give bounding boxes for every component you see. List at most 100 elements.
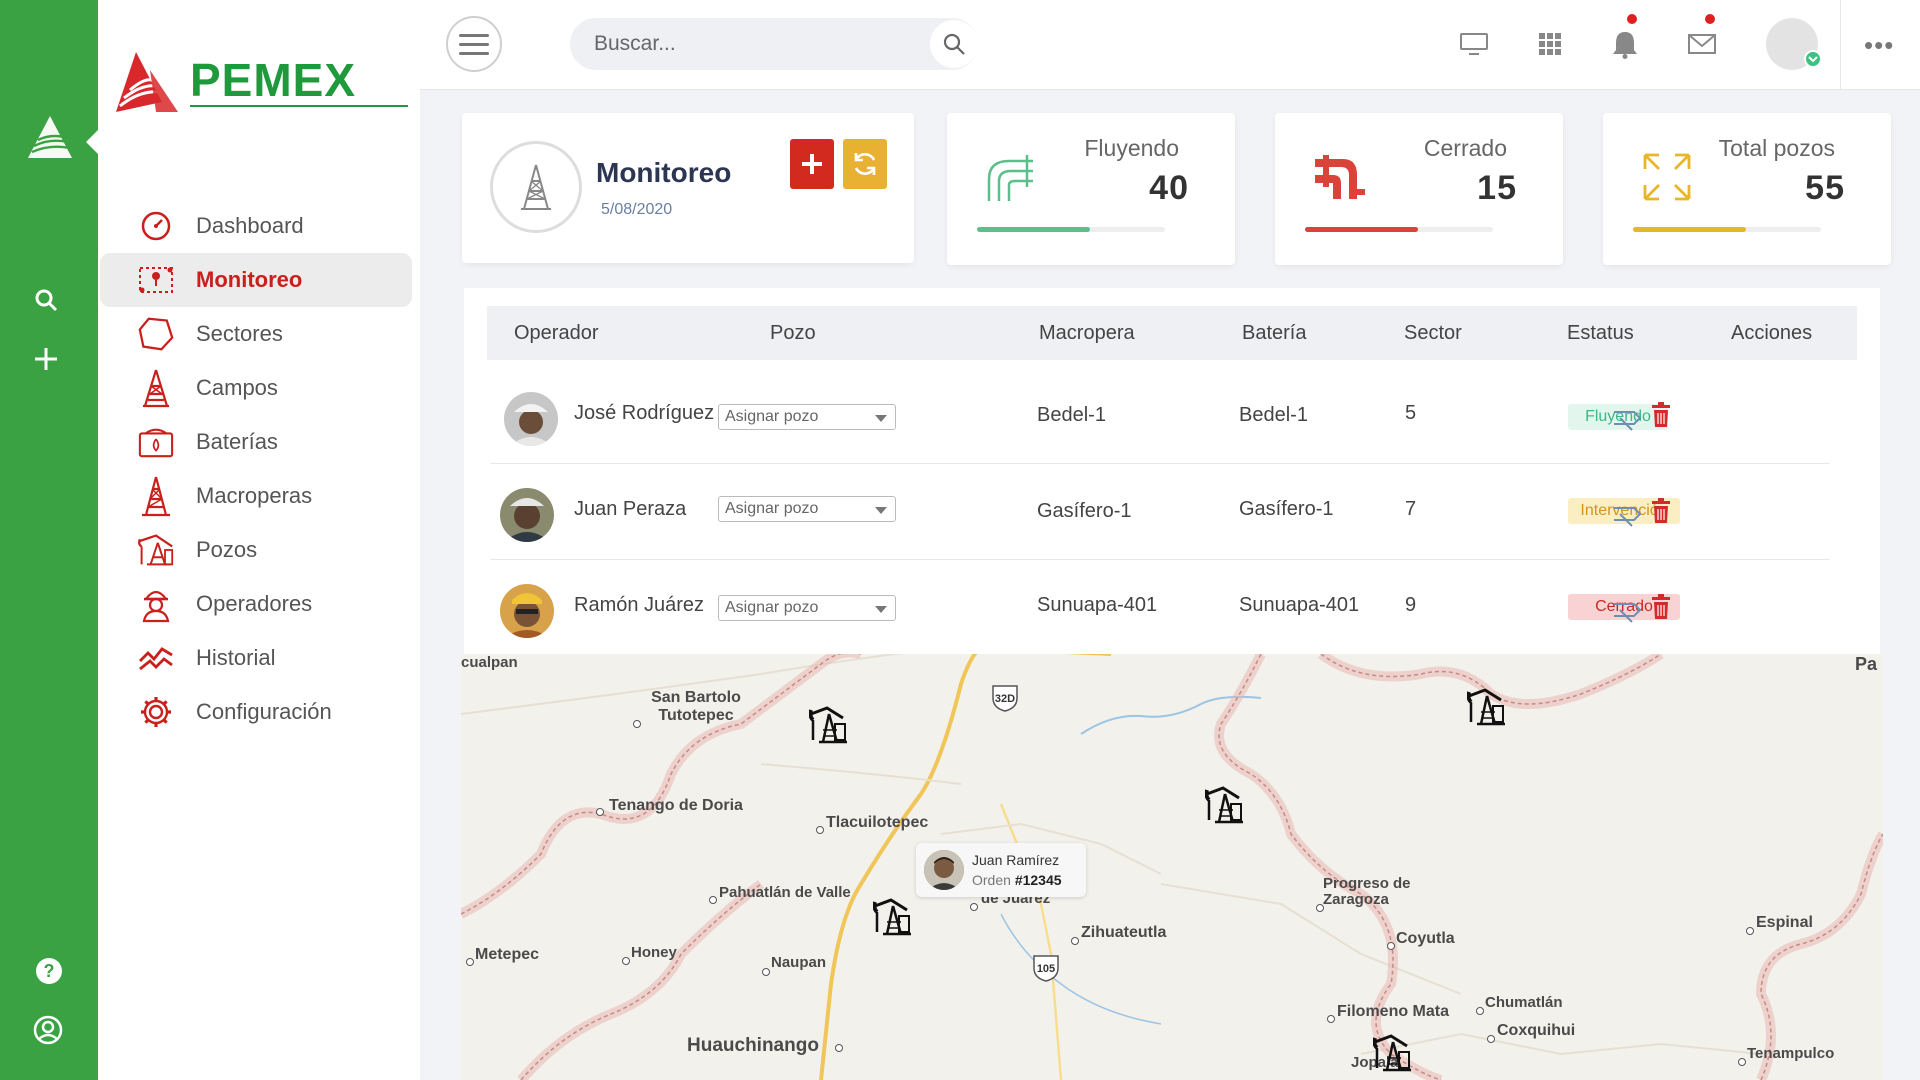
pozo-select-value: Asignar pozo [725,599,819,616]
pumpjack-marker-icon[interactable] [873,896,915,938]
place-marker [1746,927,1754,935]
sidebar-item-sectores[interactable]: Sectores [100,307,412,361]
pozo-select[interactable]: Asignar pozo [718,404,896,430]
column-header-pozo[interactable]: Pozo [770,322,816,345]
place-marker [1316,904,1324,912]
column-header-operador[interactable]: Operador [514,322,599,345]
pumpjack-marker-icon[interactable] [1205,784,1247,826]
mail-icon[interactable] [1684,26,1720,62]
place-marker [970,903,978,911]
add-button[interactable] [790,139,834,189]
user-avatar[interactable] [1766,18,1822,70]
pumpjack-marker-icon[interactable] [1373,1032,1415,1074]
delete-icon[interactable] [1650,594,1672,620]
sidebar-item-label: Baterías [196,429,278,454]
sidebar-item-configuracion[interactable]: Configuración [100,685,412,739]
stat-label: Cerrado [1423,135,1507,161]
column-header-macropera[interactable]: Macropera [1039,322,1135,345]
plus-icon [802,154,822,174]
rail-add-icon[interactable] [30,343,62,375]
stat-progress-track [1633,227,1821,232]
polygon-icon [138,316,174,352]
popup-avatar [924,850,964,890]
menu-toggle-button[interactable] [446,16,502,72]
account-icon[interactable] [32,1014,64,1046]
table-row[interactable]: Juan Peraza Asignar pozo Gasífero-1 Gasí… [490,464,1830,560]
operator-map-popup[interactable]: Juan Ramírez Orden #12345 [916,843,1086,897]
column-header-estatus[interactable]: Estatus [1567,322,1634,345]
search-input[interactable] [594,18,894,70]
edit-assign-icon[interactable] [1612,406,1642,432]
column-header-bateria[interactable]: Batería [1242,322,1306,345]
sidebar-item-dashboard[interactable]: Dashboard [100,199,412,253]
sidebar-nav: Dashboard Monitoreo Sectores Campos Bate… [100,199,412,739]
operator-icon [138,586,174,623]
map-route-icon [138,262,174,298]
sidebar-item-label: Historial [196,645,276,670]
pozo-select[interactable]: Asignar pozo [718,595,896,621]
apps-grid-icon[interactable] [1532,26,1568,62]
delete-icon[interactable] [1650,498,1672,524]
stat-value: 15 [1477,169,1517,207]
rail-search-icon[interactable] [30,284,62,316]
oil-derrick-icon [138,476,174,517]
map-place-label: Honey [631,944,677,961]
refresh-button[interactable] [843,139,887,189]
pozo-select-value: Asignar pozo [725,500,819,517]
trend-chart-icon [138,640,174,676]
sidebar-item-macroperas[interactable]: Macroperas [100,469,412,523]
more-options-icon[interactable]: ••• [1864,30,1894,61]
place-marker [1327,1015,1335,1023]
sidebar-item-baterias[interactable]: Baterías [100,415,412,469]
map-place-label: Metepec [475,946,540,963]
help-icon[interactable]: ? [36,958,62,984]
map-place-label: Pahuatlán de Valle [719,884,851,901]
map-place-label: Chumatlán [1485,994,1563,1011]
notifications-bell-icon[interactable] [1607,26,1643,62]
sidebar-item-label: Monitoreo [196,267,303,292]
sidebar-item-historial[interactable]: Historial [100,631,412,685]
hamburger-line [459,42,489,46]
sidebar-item-monitoreo[interactable]: Monitoreo [100,253,412,307]
pumpjack-marker-icon[interactable] [1467,686,1509,728]
macropera-cell: Bedel-1 [1037,404,1106,426]
place-marker [1738,1058,1746,1066]
sidebar-item-pozos[interactable]: Pozos [100,523,412,577]
operator-name: Juan Peraza [574,498,687,520]
map-place-label: Huauchinango [687,1035,819,1056]
gear-icon [138,694,174,730]
macropera-cell: Gasífero-1 [1037,500,1132,522]
map-view[interactable]: cualpan San Bartolo Tutotepec Tenango de… [461,654,1883,1080]
pumpjack-marker-icon[interactable] [809,704,851,746]
search-button[interactable] [930,20,978,68]
operator-avatar [504,392,558,446]
stat-progress-fill [1633,227,1746,232]
place-marker [633,720,641,728]
edit-assign-icon[interactable] [1612,598,1642,624]
popup-order-number: #12345 [1014,872,1062,888]
map-place-label: Naupan [771,954,827,971]
pemex-logo[interactable]: PEMEX [116,50,416,120]
search-bar [570,18,978,70]
stat-card-total: Total pozos 55 [1603,113,1891,265]
place-marker [835,1044,843,1052]
pemex-mark-icon[interactable] [24,112,76,164]
map-place-label: Coyutla [1396,930,1455,947]
map-place-label: Espinal [1756,914,1813,931]
edit-assign-icon[interactable] [1612,502,1642,528]
place-marker [1476,1007,1484,1015]
brand-wordmark: PEMEX [190,54,356,106]
hamburger-line [459,51,489,55]
table-row[interactable]: Ramón Juárez Asignar pozo Sunuapa-401 Su… [490,560,1830,656]
sidebar-item-campos[interactable]: Campos [100,361,412,415]
column-header-sector[interactable]: Sector [1404,322,1462,345]
monitor-icon[interactable] [1456,26,1492,62]
table-row[interactable]: José Rodríguez Asignar pozo Bedel-1 Bede… [490,368,1830,464]
user-status-dropdown-icon[interactable] [1804,50,1822,68]
highway-number: 105 [1037,963,1055,975]
sidebar-item-operadores[interactable]: Operadores [100,577,412,631]
delete-icon[interactable] [1650,402,1672,428]
place-marker [816,826,824,834]
highway-shield: 105 [1031,954,1061,982]
pozo-select[interactable]: Asignar pozo [718,496,896,522]
